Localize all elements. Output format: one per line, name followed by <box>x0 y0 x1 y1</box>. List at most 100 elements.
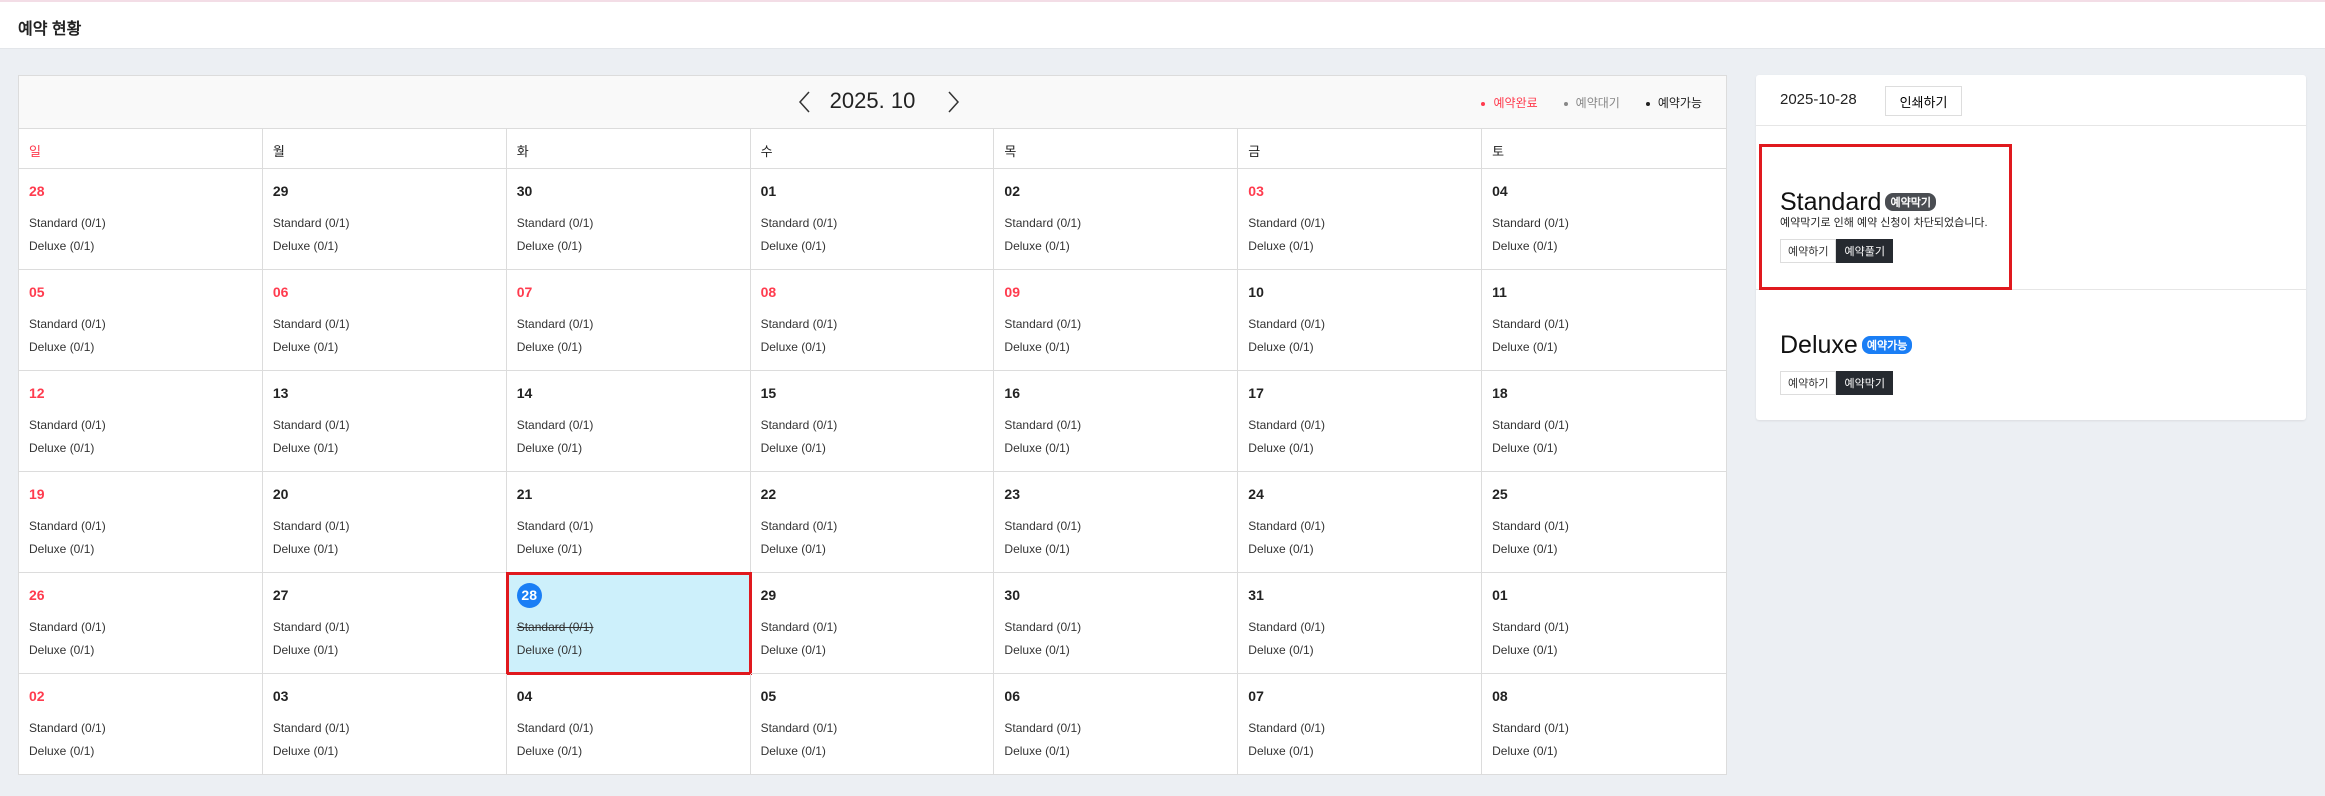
calendar-day-cell[interactable]: 18 Standard (0/1) Deluxe (0/1) <box>1482 371 1726 472</box>
calendar-day-cell[interactable]: 23 Standard (0/1) Deluxe (0/1) <box>994 472 1239 573</box>
block-button[interactable]: 예약막기 <box>1836 371 1893 395</box>
reserve-button[interactable]: 예약하기 <box>1780 239 1837 263</box>
day-number: 08 <box>1492 684 1716 708</box>
calendar-day-cell[interactable]: 29 Standard (0/1) Deluxe (0/1) <box>262 169 507 270</box>
reserve-button[interactable]: 예약하기 <box>1780 371 1837 395</box>
calendar-day-cell[interactable]: 04 Standard (0/1) Deluxe (0/1) <box>506 674 751 775</box>
calendar-day-cell[interactable]: 06 Standard (0/1) Deluxe (0/1) <box>994 674 1239 775</box>
day-number-text: 19 <box>29 486 45 502</box>
calendar-day-cell[interactable]: 24 Standard (0/1) Deluxe (0/1) <box>1238 472 1483 573</box>
standard-availability: Standard (0/1) <box>1248 620 1325 634</box>
deluxe-availability: Deluxe (0/1) <box>1004 239 1070 253</box>
calendar-day-cell[interactable]: 02 Standard (0/1) Deluxe (0/1) <box>19 674 263 775</box>
calendar-day-cell[interactable]: 09 Standard (0/1) Deluxe (0/1) <box>994 270 1239 371</box>
standard-availability: Standard (0/1) <box>29 216 106 230</box>
calendar-day-cell[interactable]: 04 Standard (0/1) Deluxe (0/1) <box>1482 169 1726 270</box>
calendar-day-cell[interactable]: 01 Standard (0/1) Deluxe (0/1) <box>1482 573 1726 674</box>
print-button[interactable]: 인쇄하기 <box>1885 86 1962 116</box>
deluxe-availability: Deluxe (0/1) <box>1248 239 1314 253</box>
day-number: 05 <box>761 684 984 708</box>
day-number: 29 <box>273 179 496 203</box>
standard-availability: Standard (0/1) <box>516 721 594 735</box>
calendar-day-cell[interactable]: 07 Standard (0/1) Deluxe (0/1) <box>506 270 751 371</box>
calendar-day-cell[interactable]: 11 Standard (0/1) Deluxe (0/1) <box>1482 270 1726 371</box>
calendar-day-cell[interactable]: 31 Standard (0/1) Deluxe (0/1) <box>1238 573 1483 674</box>
day-number: 10 <box>1248 280 1471 304</box>
calendar-day-cell[interactable]: 27 Standard (0/1) Deluxe (0/1) <box>262 573 507 674</box>
next-month-button[interactable] <box>942 90 964 114</box>
day-number: 11 <box>1492 280 1716 304</box>
room-actions: 예약하기 예약풀기 <box>1780 239 1893 263</box>
day-number-text: 06 <box>1004 688 1020 704</box>
calendar-day-cell[interactable]: 08 Standard (0/1) Deluxe (0/1) <box>750 270 995 371</box>
deluxe-availability: Deluxe (0/1) <box>760 744 826 758</box>
calendar-day-cell[interactable]: 15 Standard (0/1) Deluxe (0/1) <box>750 371 995 472</box>
panel-header: 2025-10-28 인쇄하기 <box>1756 75 2306 126</box>
calendar-day-cell[interactable]: 05 Standard (0/1) Deluxe (0/1) <box>750 674 995 775</box>
day-number-text: 15 <box>760 385 777 401</box>
calendar-day-cell[interactable]: 08 Standard (0/1) Deluxe (0/1) <box>1482 674 1726 775</box>
deluxe-availability: Deluxe (0/1) <box>1492 542 1558 556</box>
standard-availability: Standard (0/1) <box>760 317 838 331</box>
calendar-day-cell[interactable]: 30 Standard (0/1) Deluxe (0/1) <box>506 169 751 270</box>
deluxe-availability: Deluxe (0/1) <box>272 643 339 657</box>
day-number: 30 <box>517 179 740 203</box>
day-number: 26 <box>29 583 252 607</box>
page-title: 예약 현황 <box>18 21 82 38</box>
page-header: 예약 현황 <box>0 2 2325 49</box>
day-number: 01 <box>1492 583 1716 607</box>
calendar-day-cell[interactable]: 20 Standard (0/1) Deluxe (0/1) <box>262 472 507 573</box>
calendar-day-cell[interactable]: 29 Standard (0/1) Deluxe (0/1) <box>750 573 995 674</box>
calendar-day-cell[interactable]: 25 Standard (0/1) Deluxe (0/1) <box>1482 472 1726 573</box>
standard-availability: Standard (0/1) <box>760 418 838 432</box>
day-number-text: 13 <box>272 385 289 401</box>
standard-availability: Standard (0/1) <box>760 620 838 634</box>
weekday-header: 금 <box>1238 129 1483 169</box>
calendar-day-cell[interactable]: 05 Standard (0/1) Deluxe (0/1) <box>19 270 263 371</box>
calendar-day-cell[interactable]: 26 Standard (0/1) Deluxe (0/1) <box>19 573 263 674</box>
calendar-day-cell[interactable]: 21 Standard (0/1) Deluxe (0/1) <box>506 472 751 573</box>
day-number-text: 23 <box>1004 486 1020 502</box>
calendar-day-cell[interactable]: 14 Standard (0/1) Deluxe (0/1) <box>506 371 751 472</box>
day-number-text: 06 <box>272 284 289 300</box>
standard-availability: Standard (0/1) <box>1004 418 1082 432</box>
calendar-day-cell[interactable]: 03 Standard (0/1) Deluxe (0/1) <box>1238 169 1483 270</box>
calendar-day-cell[interactable]: 16 Standard (0/1) Deluxe (0/1) <box>994 371 1239 472</box>
day-number: 14 <box>517 381 740 405</box>
calendar-day-cell[interactable]: 19 Standard (0/1) Deluxe (0/1) <box>19 472 263 573</box>
deluxe-availability: Deluxe (0/1) <box>1248 542 1314 556</box>
legend-item-2: 예약가능 <box>1645 94 1702 111</box>
deluxe-availability: Deluxe (0/1) <box>272 239 339 253</box>
calendar-day-cell[interactable]: 22 Standard (0/1) Deluxe (0/1) <box>750 472 995 573</box>
day-number: 24 <box>1248 482 1471 506</box>
calendar-day-cell[interactable]: 13 Standard (0/1) Deluxe (0/1) <box>262 371 507 472</box>
deluxe-availability: Deluxe (0/1) <box>272 441 339 455</box>
day-number-text: 24 <box>1248 486 1264 502</box>
standard-availability: Standard (0/1) <box>760 721 838 735</box>
standard-availability: Standard (0/1) <box>272 519 350 533</box>
weekday-header: 목 <box>994 129 1239 169</box>
unblock-button[interactable]: 예약풀기 <box>1836 239 1893 263</box>
calendar-day-cell[interactable]: 28 Standard (0/1) Deluxe (0/1) <box>505 572 752 675</box>
deluxe-availability: Deluxe (0/1) <box>1492 340 1558 354</box>
calendar-day-cell[interactable]: 17 Standard (0/1) Deluxe (0/1) <box>1238 371 1483 472</box>
calendar-day-cell[interactable]: 30 Standard (0/1) Deluxe (0/1) <box>994 573 1239 674</box>
deluxe-availability: Deluxe (0/1) <box>272 542 339 556</box>
calendar-day-cell[interactable]: 07 Standard (0/1) Deluxe (0/1) <box>1238 674 1483 775</box>
calendar-day-cell[interactable]: 28 Standard (0/1) Deluxe (0/1) <box>19 169 263 270</box>
day-number-text: 26 <box>29 587 45 603</box>
day-number: 07 <box>517 280 740 304</box>
legend-dot-icon <box>1563 101 1568 106</box>
day-number-text: 21 <box>516 486 533 502</box>
calendar-day-cell[interactable]: 06 Standard (0/1) Deluxe (0/1) <box>262 270 507 371</box>
calendar-day-cell[interactable]: 01 Standard (0/1) Deluxe (0/1) <box>750 169 995 270</box>
deluxe-availability: Deluxe (0/1) <box>29 744 95 758</box>
calendar-day-cell[interactable]: 02 Standard (0/1) Deluxe (0/1) <box>994 169 1239 270</box>
calendar-day-cell[interactable]: 10 Standard (0/1) Deluxe (0/1) <box>1238 270 1483 371</box>
calendar-day-cell[interactable]: 03 Standard (0/1) Deluxe (0/1) <box>262 674 507 775</box>
deluxe-availability: Deluxe (0/1) <box>1004 542 1070 556</box>
day-number: 03 <box>273 684 496 708</box>
day-number: 28 <box>29 179 252 203</box>
weekday-header: 토 <box>1482 129 1726 169</box>
calendar-day-cell[interactable]: 12 Standard (0/1) Deluxe (0/1) <box>19 371 263 472</box>
